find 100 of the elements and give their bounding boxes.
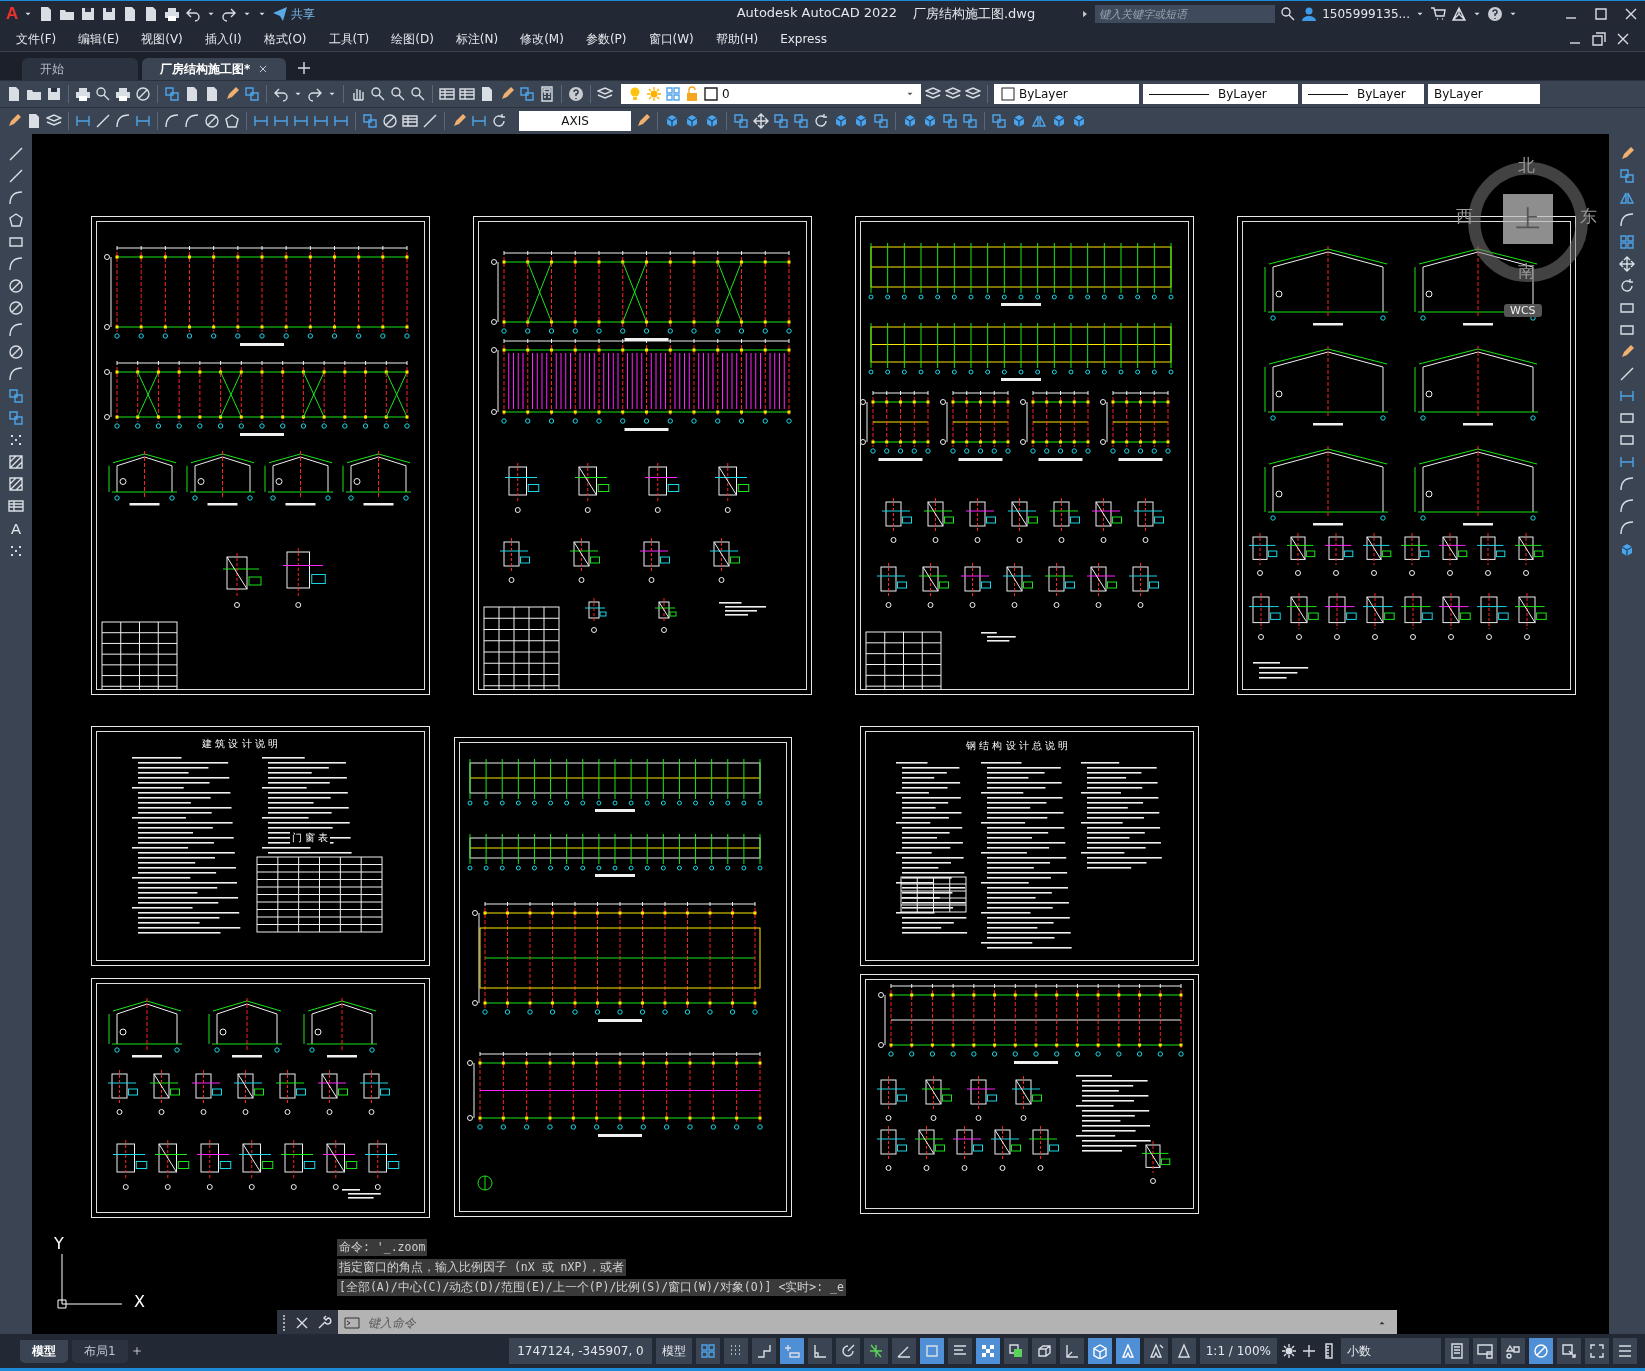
dot-grid-toggle[interactable] bbox=[723, 1338, 748, 1364]
arc-icon[interactable] bbox=[8, 366, 24, 382]
annotation-toggle[interactable] bbox=[1171, 1338, 1196, 1364]
line-icon[interactable] bbox=[95, 113, 111, 129]
grid-icon[interactable] bbox=[1619, 234, 1635, 250]
help-icon[interactable] bbox=[568, 86, 584, 102]
arc-icon[interactable] bbox=[8, 190, 24, 206]
menu-item[interactable]: 插入(I) bbox=[204, 30, 242, 48]
list-toggle[interactable] bbox=[1445, 1338, 1469, 1364]
checker-toggle[interactable] bbox=[975, 1338, 1000, 1364]
cube-icon[interactable] bbox=[1051, 113, 1067, 129]
rectangle-icon[interactable] bbox=[1619, 410, 1635, 426]
menu-item[interactable]: 帮助(H) bbox=[715, 30, 759, 48]
dimension-icon[interactable] bbox=[1619, 388, 1635, 404]
arc-icon[interactable] bbox=[184, 113, 200, 129]
mirror-icon[interactable] bbox=[1619, 190, 1635, 206]
step-toggle[interactable] bbox=[751, 1338, 776, 1364]
lines-toggle[interactable] bbox=[947, 1338, 972, 1364]
terminal-icon[interactable] bbox=[344, 1314, 360, 1331]
hatch-icon[interactable] bbox=[8, 476, 24, 492]
rectangle-icon[interactable] bbox=[1619, 300, 1635, 316]
arc-icon[interactable] bbox=[1619, 212, 1635, 228]
dimension-icon[interactable] bbox=[273, 113, 289, 129]
document-icon[interactable] bbox=[479, 86, 495, 102]
cube-icon[interactable] bbox=[1071, 113, 1087, 129]
plus-icon[interactable] bbox=[131, 1346, 142, 1356]
block-icon[interactable] bbox=[733, 113, 749, 129]
layers-icon[interactable] bbox=[925, 86, 941, 102]
layers-icon[interactable] bbox=[46, 113, 62, 129]
overlap-toggle[interactable] bbox=[1003, 1338, 1028, 1364]
document-tab[interactable]: 厂房结构施工图* bbox=[142, 58, 287, 80]
polygon-icon[interactable] bbox=[8, 212, 24, 228]
search-icon[interactable] bbox=[1280, 6, 1297, 22]
layers-icon[interactable] bbox=[597, 86, 613, 102]
layers-icon[interactable] bbox=[965, 86, 981, 102]
cube-icon[interactable] bbox=[922, 113, 938, 129]
polar-toggle[interactable] bbox=[835, 1338, 860, 1364]
command-input[interactable]: 键入命令 bbox=[366, 1314, 1371, 1331]
search-field[interactable]: 键入关键字或短语 bbox=[1095, 5, 1276, 23]
block-icon[interactable] bbox=[8, 388, 24, 404]
arc-icon[interactable] bbox=[1619, 476, 1635, 492]
block-icon[interactable] bbox=[773, 113, 789, 129]
rectangle-icon[interactable] bbox=[1619, 322, 1635, 338]
box-toggle[interactable] bbox=[1031, 1338, 1056, 1364]
help-icon[interactable] bbox=[1487, 6, 1503, 22]
annotation-toggle[interactable] bbox=[1115, 1338, 1140, 1364]
cube-icon[interactable] bbox=[833, 113, 849, 129]
dimension-icon[interactable] bbox=[1619, 454, 1635, 470]
layer-dropdown[interactable]: 0 bbox=[621, 84, 921, 104]
gear-icon[interactable] bbox=[1281, 1343, 1297, 1359]
cube-icon[interactable] bbox=[704, 113, 720, 129]
restore-icon[interactable] bbox=[1591, 31, 1607, 47]
magnifier-icon[interactable] bbox=[410, 86, 426, 102]
block-icon[interactable] bbox=[942, 113, 958, 129]
hand-icon[interactable] bbox=[350, 86, 366, 102]
expand-toggle[interactable] bbox=[1585, 1338, 1609, 1364]
mirror-icon[interactable] bbox=[1031, 113, 1047, 129]
table-icon[interactable] bbox=[439, 86, 455, 102]
cart-icon[interactable] bbox=[1430, 6, 1446, 22]
angle-toggle[interactable] bbox=[891, 1338, 916, 1364]
menu-item[interactable]: 窗口(W) bbox=[648, 30, 694, 48]
user-icon[interactable] bbox=[1301, 6, 1318, 22]
annotation-toggle[interactable] bbox=[1143, 1338, 1168, 1364]
table-icon[interactable] bbox=[402, 113, 418, 129]
units-dropdown[interactable]: 小数 bbox=[1341, 1338, 1441, 1364]
move-icon[interactable] bbox=[1619, 256, 1635, 272]
undo-icon[interactable] bbox=[185, 6, 202, 22]
cube-icon[interactable] bbox=[684, 113, 700, 129]
menu-item[interactable]: 修改(M) bbox=[520, 30, 564, 48]
menu-item[interactable]: 标注(N) bbox=[455, 30, 499, 48]
save-icon[interactable] bbox=[46, 86, 62, 102]
document-icon[interactable] bbox=[184, 86, 200, 102]
block-icon[interactable] bbox=[873, 113, 889, 129]
close-icon[interactable] bbox=[258, 64, 269, 74]
undo-icon[interactable] bbox=[273, 86, 289, 102]
layout-tab[interactable]: 布局1 bbox=[72, 1339, 128, 1363]
menu-item[interactable]: Express bbox=[780, 32, 827, 46]
text-tool[interactable]: A bbox=[11, 520, 21, 537]
wcs-menu[interactable]: WCS bbox=[1504, 304, 1542, 317]
menu-item[interactable]: 格式(O) bbox=[263, 30, 307, 48]
menu-item[interactable]: 视图(V) bbox=[141, 30, 183, 48]
layers-icon[interactable] bbox=[945, 86, 961, 102]
magnifier-icon[interactable] bbox=[390, 86, 406, 102]
redo-icon[interactable] bbox=[221, 6, 238, 22]
gizmo-toggle[interactable] bbox=[1087, 1338, 1112, 1364]
document-icon[interactable] bbox=[6, 86, 22, 102]
printer-icon[interactable] bbox=[115, 86, 131, 102]
block-icon[interactable] bbox=[362, 113, 378, 129]
arc-icon[interactable] bbox=[115, 113, 131, 129]
arc-icon[interactable] bbox=[164, 113, 180, 129]
rotate-icon[interactable] bbox=[1619, 278, 1635, 294]
move-icon[interactable] bbox=[753, 113, 769, 129]
document-tab[interactable]: 开始 bbox=[22, 58, 138, 80]
rotate-icon[interactable] bbox=[491, 113, 507, 129]
compass-label[interactable]: 东 bbox=[1580, 205, 1597, 228]
dimension-icon[interactable] bbox=[313, 113, 329, 129]
dimension-style-dropdown[interactable]: AXIS bbox=[519, 111, 631, 131]
plot-style-dropdown[interactable]: ByLayer bbox=[1428, 84, 1540, 104]
user-name[interactable]: 1505999135... bbox=[1322, 7, 1410, 21]
triangle-icon[interactable] bbox=[1451, 6, 1467, 22]
